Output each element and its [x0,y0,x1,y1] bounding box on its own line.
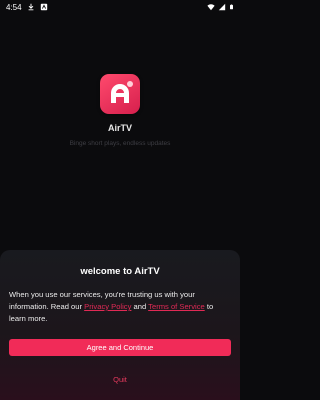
airtv-logo-icon [111,81,133,103]
status-left: 4:54 [6,3,48,12]
app-logo-icon [100,74,140,114]
agree-and-continue-button[interactable]: Agree and Continue [9,339,231,356]
status-bar: 4:54 [0,0,240,14]
app-tagline: Binge short plays, endless updates [69,140,171,147]
body-text-and: and [131,302,149,311]
status-time: 4:54 [6,2,22,12]
download-icon [28,3,33,11]
status-right [207,3,234,11]
quit-button[interactable]: Quit [0,375,240,384]
privacy-policy-link[interactable]: Privacy Policy [84,302,131,311]
splash-hero: AirTV Binge short plays, endless updates [0,74,240,147]
battery-icon [230,4,233,10]
wifi-icon [207,4,215,11]
signal-icon [218,3,226,11]
consent-dialog: welcome to AirTV When you use our servic… [0,250,240,400]
terms-of-service-link[interactable]: Terms of Service [148,302,205,311]
notification-app-icon [40,3,47,11]
dialog-body: When you use our services, you're trusti… [9,289,231,325]
app-name: AirTV [107,123,132,133]
dialog-title: welcome to AirTV [80,266,160,277]
